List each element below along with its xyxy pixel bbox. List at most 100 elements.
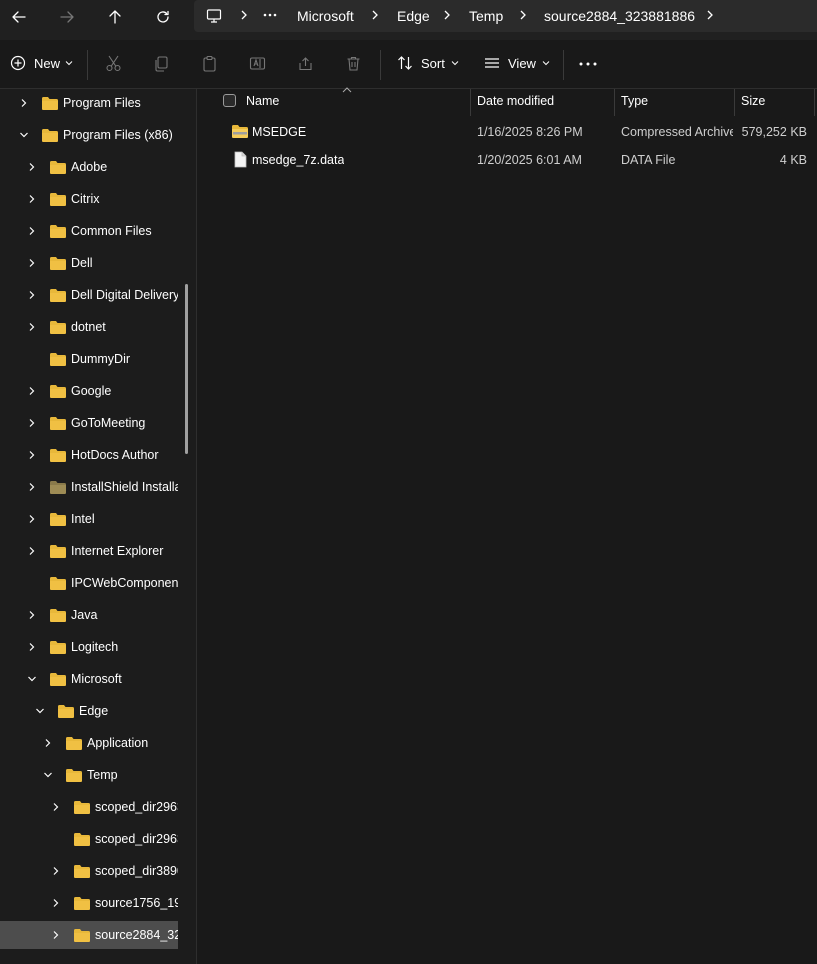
column-date-modified[interactable]: Date modified — [477, 94, 554, 108]
sidebar-item[interactable]: Temp — [0, 761, 178, 789]
refresh-button[interactable] — [149, 4, 177, 30]
sidebar-item[interactable]: Application — [0, 729, 178, 757]
column-divider[interactable] — [614, 89, 615, 116]
up-button[interactable] — [101, 4, 129, 30]
new-button[interactable]: New — [10, 55, 73, 71]
chevron-right-icon[interactable] — [43, 738, 53, 748]
chevron-right-icon[interactable] — [27, 162, 37, 172]
sidebar-item[interactable]: Common Files — [0, 217, 178, 245]
chevron-down-icon[interactable] — [19, 130, 29, 140]
chevron-down-icon[interactable] — [43, 770, 53, 780]
chevron-right-icon[interactable] — [27, 194, 37, 204]
chevron-right-icon[interactable] — [27, 418, 37, 428]
chevron-right-icon[interactable] — [27, 610, 37, 620]
chevron-right-icon[interactable] — [27, 450, 37, 460]
column-divider[interactable] — [814, 89, 815, 116]
sidebar-item[interactable]: HotDocs Author — [0, 441, 178, 469]
view-button[interactable]: View — [484, 55, 550, 71]
chevron-right-icon[interactable] — [518, 9, 528, 21]
chevron-right-icon[interactable] — [51, 866, 61, 876]
paste-icon[interactable] — [201, 55, 218, 72]
chevron-right-icon[interactable] — [27, 290, 37, 300]
folder-icon — [50, 673, 66, 686]
column-size[interactable]: Size — [741, 94, 765, 108]
sidebar-item[interactable]: Edge — [0, 697, 178, 725]
chevron-down-icon[interactable] — [27, 674, 37, 684]
rename-icon[interactable] — [249, 55, 266, 72]
chevron-right-icon[interactable] — [27, 514, 37, 524]
sort-button[interactable]: Sort — [397, 55, 459, 71]
sidebar-item[interactable]: Program Files (x86) — [0, 121, 178, 149]
monitor-icon[interactable] — [206, 8, 222, 24]
chevron-right-icon[interactable] — [370, 9, 380, 21]
chevron-right-icon[interactable] — [27, 642, 37, 652]
file-name[interactable]: msedge_7z.data — [252, 153, 344, 167]
folder-icon — [50, 577, 66, 590]
breadcrumb-temp[interactable]: Temp — [469, 8, 503, 24]
chevron-right-icon[interactable] — [239, 9, 249, 21]
chevron-right-icon[interactable] — [27, 386, 37, 396]
sidebar-item[interactable]: Logitech — [0, 633, 178, 661]
sidebar-item[interactable]: DummyDir — [0, 345, 178, 373]
chevron-right-icon[interactable] — [51, 930, 61, 940]
sidebar-item[interactable]: scoped_dir29636 — [0, 793, 178, 821]
sidebar-scrollbar[interactable] — [185, 284, 188, 454]
column-divider[interactable] — [734, 89, 735, 116]
chevron-right-icon[interactable] — [51, 898, 61, 908]
sidebar-item[interactable]: scoped_dir29636 — [0, 825, 178, 853]
sidebar-item[interactable]: Adobe — [0, 153, 178, 181]
breadcrumb-source[interactable]: source2884_323881886 — [544, 8, 695, 24]
sidebar-item[interactable]: Dell — [0, 249, 178, 277]
copy-icon[interactable] — [153, 55, 170, 72]
breadcrumb-microsoft[interactable]: Microsoft — [297, 8, 354, 24]
chevron-down-icon — [65, 61, 73, 66]
sidebar-item[interactable]: source1756_1922 — [0, 889, 178, 917]
delete-icon[interactable] — [345, 55, 362, 72]
chevron-right-icon[interactable] — [19, 98, 29, 108]
sidebar-item-label: DummyDir — [71, 352, 131, 366]
sidebar-item[interactable]: Google — [0, 377, 178, 405]
file-row[interactable]: MSEDGE 1/16/2025 8:26 PM Compressed Arch… — [199, 118, 817, 146]
sidebar-item-label: dotnet — [71, 320, 106, 334]
chevron-right-icon[interactable] — [705, 9, 715, 21]
chevron-right-icon[interactable] — [51, 802, 61, 812]
more-breadcrumbs-icon[interactable] — [263, 13, 277, 17]
sidebar-item-label: IPCWebComponent — [71, 576, 178, 590]
chevron-right-icon[interactable] — [27, 322, 37, 332]
back-button[interactable] — [5, 4, 33, 30]
chevron-right-icon[interactable] — [27, 258, 37, 268]
breadcrumb[interactable]: Microsoft Edge Temp source2884_323881886 — [194, 0, 817, 32]
folder-icon — [50, 353, 66, 366]
sidebar-item-label: Program Files — [63, 96, 141, 110]
sidebar-item[interactable]: Program Files — [0, 89, 178, 117]
column-divider[interactable] — [470, 89, 471, 116]
file-row[interactable]: msedge_7z.data 1/20/2025 6:01 AM DATA Fi… — [199, 146, 817, 174]
sidebar-item[interactable]: scoped_dir38904 — [0, 857, 178, 885]
command-bar: New Sort View — [0, 40, 817, 89]
column-name[interactable]: Name — [246, 94, 279, 108]
sidebar-item[interactable]: Internet Explorer — [0, 537, 178, 565]
chevron-right-icon[interactable] — [27, 482, 37, 492]
breadcrumb-edge[interactable]: Edge — [397, 8, 430, 24]
cut-icon[interactable] — [105, 55, 122, 72]
sidebar-item[interactable]: Java — [0, 601, 178, 629]
more-options-icon[interactable] — [579, 62, 597, 66]
sidebar-item[interactable]: InstallShield Installation Information — [0, 473, 178, 501]
chevron-right-icon[interactable] — [27, 546, 37, 556]
forward-button[interactable] — [53, 4, 81, 30]
chevron-down-icon[interactable] — [35, 706, 45, 716]
sidebar-item[interactable]: dotnet — [0, 313, 178, 341]
select-all-checkbox[interactable] — [223, 94, 236, 107]
sidebar-item[interactable]: Microsoft — [0, 665, 178, 693]
chevron-right-icon[interactable] — [442, 9, 452, 21]
column-type[interactable]: Type — [621, 94, 648, 108]
sidebar-item[interactable]: Citrix — [0, 185, 178, 213]
sidebar-item[interactable]: GoToMeeting — [0, 409, 178, 437]
sidebar-item[interactable]: source2884_323881886 — [0, 921, 178, 949]
chevron-right-icon[interactable] — [27, 226, 37, 236]
file-name[interactable]: MSEDGE — [252, 125, 306, 139]
sidebar-item[interactable]: Dell Digital Delivery Services — [0, 281, 178, 309]
sidebar-item[interactable]: Intel — [0, 505, 178, 533]
sidebar-item[interactable]: IPCWebComponent — [0, 569, 178, 597]
share-icon[interactable] — [297, 55, 314, 72]
